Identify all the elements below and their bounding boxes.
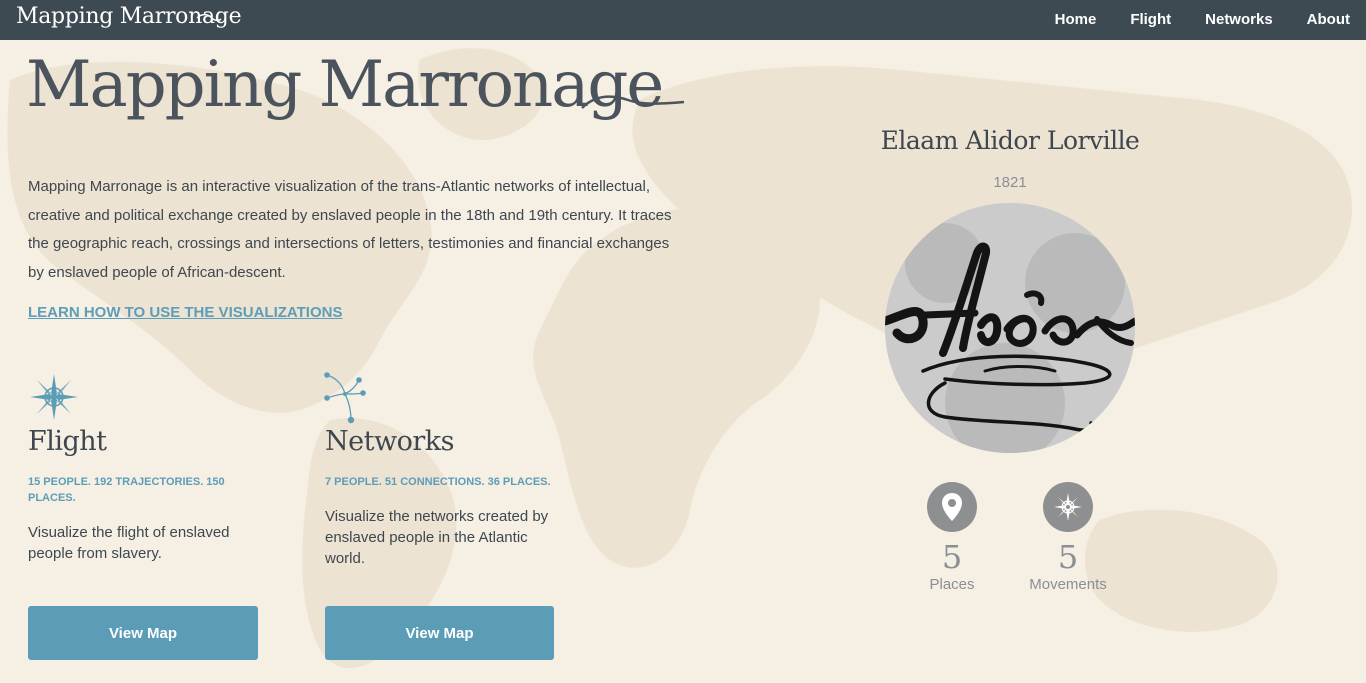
nav-links: Home Flight Networks About — [1055, 0, 1366, 40]
nav-networks[interactable]: Networks — [1205, 0, 1273, 40]
learn-visualizations-link[interactable]: LEARN HOW TO USE THE VISUALIZATIONS — [28, 304, 342, 321]
nav-home[interactable]: Home — [1055, 0, 1097, 40]
nav-about[interactable]: About — [1307, 0, 1350, 40]
networks-description: Visualize the networks created by enslav… — [325, 508, 549, 567]
flight-stats: 15 PEOPLE. 192 TRAJECTORIES. 150 PLACES. — [28, 476, 225, 504]
places-metric: 5 Places — [897, 482, 1007, 593]
person-name: Elaam Alidor Lorville — [880, 126, 1140, 155]
signature-portrait[interactable] — [885, 203, 1135, 453]
compass-rose-icon — [30, 374, 78, 420]
networks-stats: 7 PEOPLE. 51 CONNECTIONS. 36 PLACES. — [325, 476, 551, 488]
person-year: 1821 — [993, 174, 1027, 191]
movements-count: 5 — [1057, 538, 1079, 576]
page-title: Mapping Marronage — [26, 48, 664, 122]
movements-metric: 5 Movements — [1013, 482, 1123, 593]
signature-image — [885, 203, 1135, 453]
map-pin-icon — [927, 482, 977, 532]
nav-flight[interactable]: Flight — [1130, 0, 1171, 40]
places-count: 5 — [941, 538, 963, 576]
flight-view-map-button[interactable]: View Map — [28, 606, 258, 660]
intro-paragraph: Mapping Marronage is an interactive visu… — [28, 178, 672, 281]
network-nodes-icon — [324, 372, 366, 424]
title-swoosh-icon — [581, 95, 685, 109]
movements-label: Movements — [1029, 576, 1107, 593]
flight-description: Visualize the flight of enslaved people … — [28, 524, 230, 562]
flight-title: Flight — [28, 426, 107, 457]
places-label: Places — [929, 576, 975, 593]
networks-title: Networks — [325, 426, 454, 457]
networks-view-map-button[interactable]: View Map — [325, 606, 554, 660]
brand-swoosh-icon — [196, 13, 222, 22]
top-navigation: Mapping Marronage Home Flight Networks A… — [0, 0, 1366, 40]
main-content: Mapping Marronage Mapping Marronage is a… — [0, 0, 1366, 683]
compass-icon — [1043, 482, 1093, 532]
